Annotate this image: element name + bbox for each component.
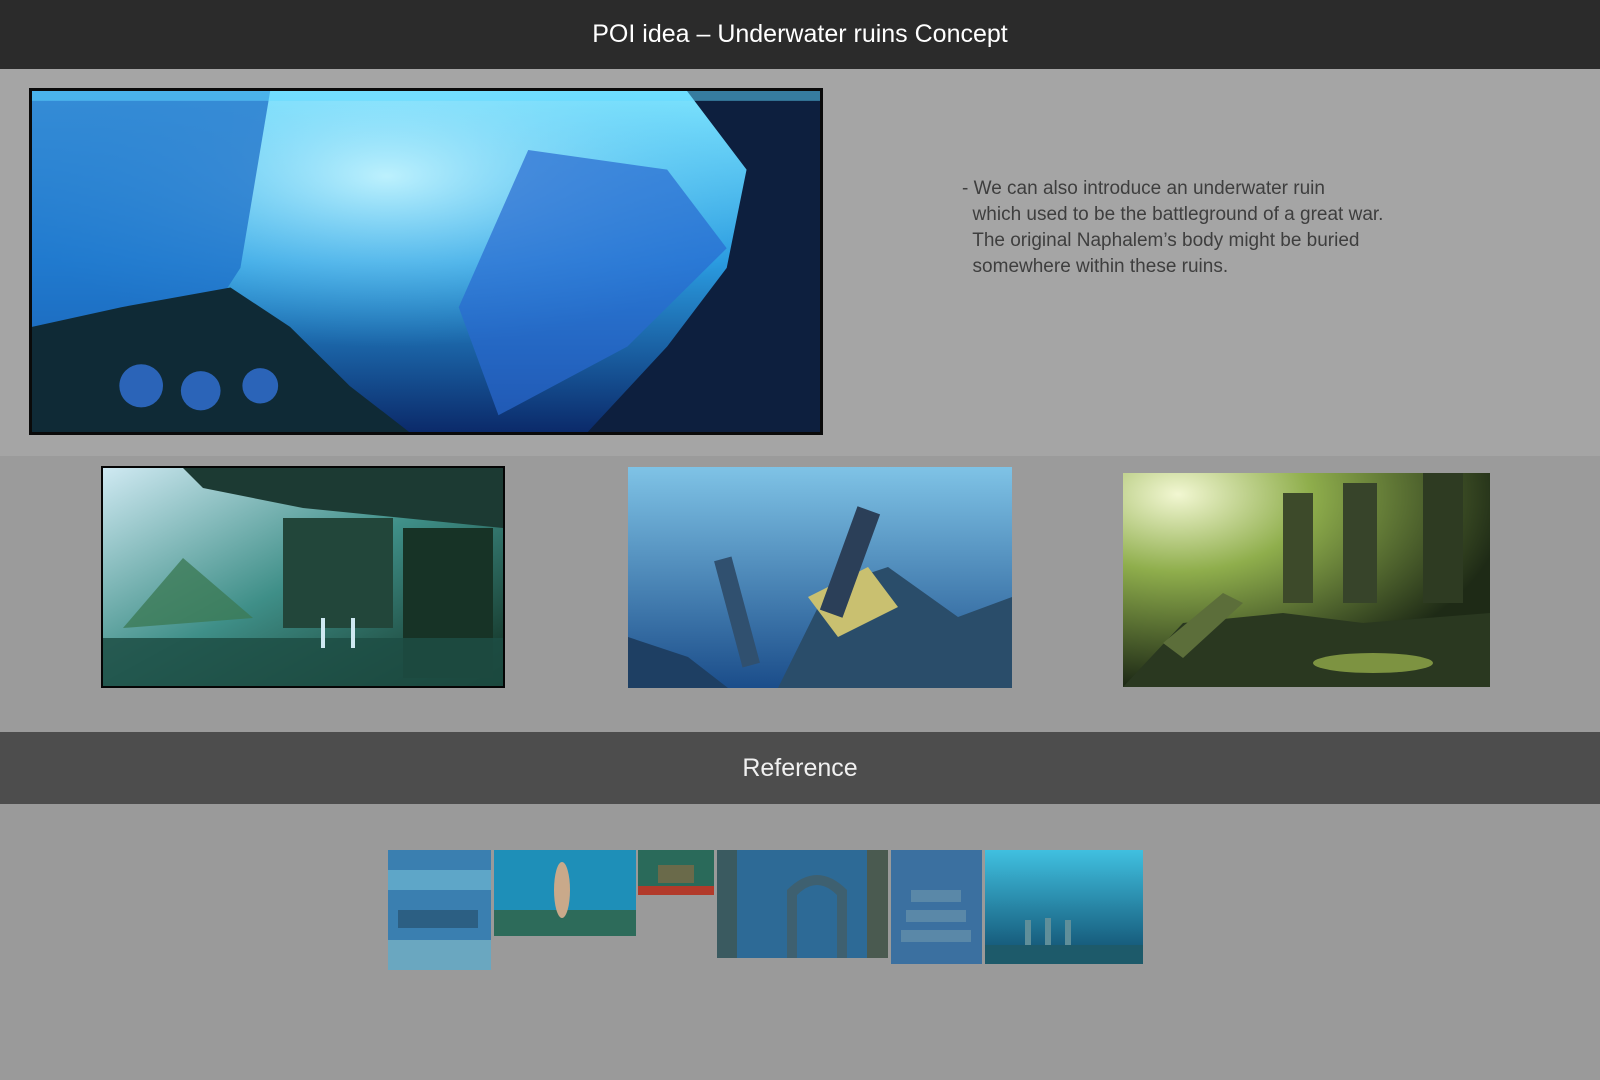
reference-label: Reference (742, 753, 858, 782)
reference-photo-mermaid (494, 850, 636, 936)
description-line: somewhere within these ruins. (962, 256, 1229, 277)
main-concept-painting (29, 88, 823, 435)
reference-photo-stone-steps (388, 850, 491, 970)
concept-thumbnail-temple (101, 466, 505, 688)
description-line: - We can also introduce an underwater ru… (962, 178, 1325, 199)
concept-thumbnail-sunken-ruins (628, 467, 1012, 688)
concept-description: - We can also introduce an underwater ru… (962, 176, 1482, 280)
reference-photo-archway (717, 850, 888, 958)
description-line: The original Naphalem’s body might be bu… (962, 230, 1360, 251)
reference-photo-sunlit-ruins (985, 850, 1143, 964)
concept-thumbnail-green-ruins (1123, 473, 1490, 687)
page-header: POI idea – Underwater ruins Concept (0, 0, 1600, 69)
reference-photo-shipwreck (638, 850, 714, 895)
description-line: which used to be the battleground of a g… (962, 204, 1384, 225)
reference-header: Reference (0, 732, 1600, 804)
page-title: POI idea – Underwater ruins Concept (592, 20, 1008, 48)
reference-photo-underwater-stairs (891, 850, 982, 964)
